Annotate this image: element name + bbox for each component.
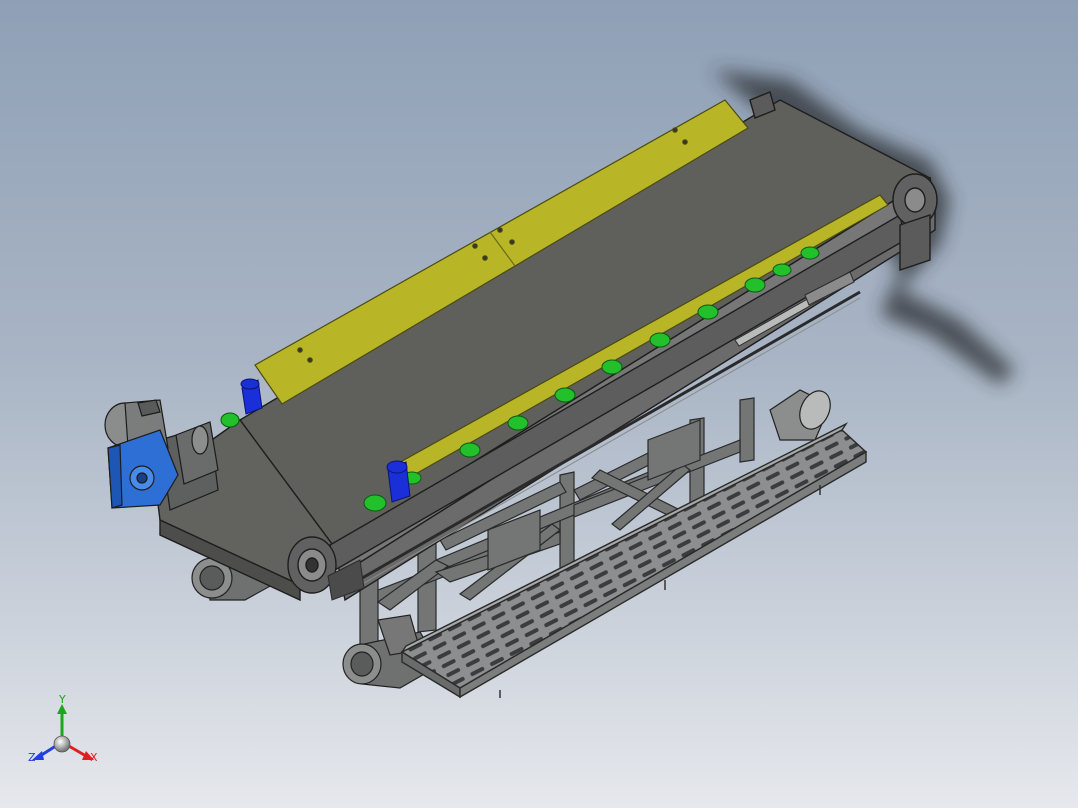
drive-unit	[104, 399, 219, 511]
triad-z-label: Z	[28, 751, 36, 764]
graphics-viewport[interactable]: Y X Z	[0, 0, 1078, 808]
triad-y-label: Y	[59, 693, 66, 706]
view-orientation-triad: Y X Z	[22, 694, 112, 774]
triad-x-label: X	[90, 751, 98, 764]
conveyor-model[interactable]	[0, 0, 1078, 808]
